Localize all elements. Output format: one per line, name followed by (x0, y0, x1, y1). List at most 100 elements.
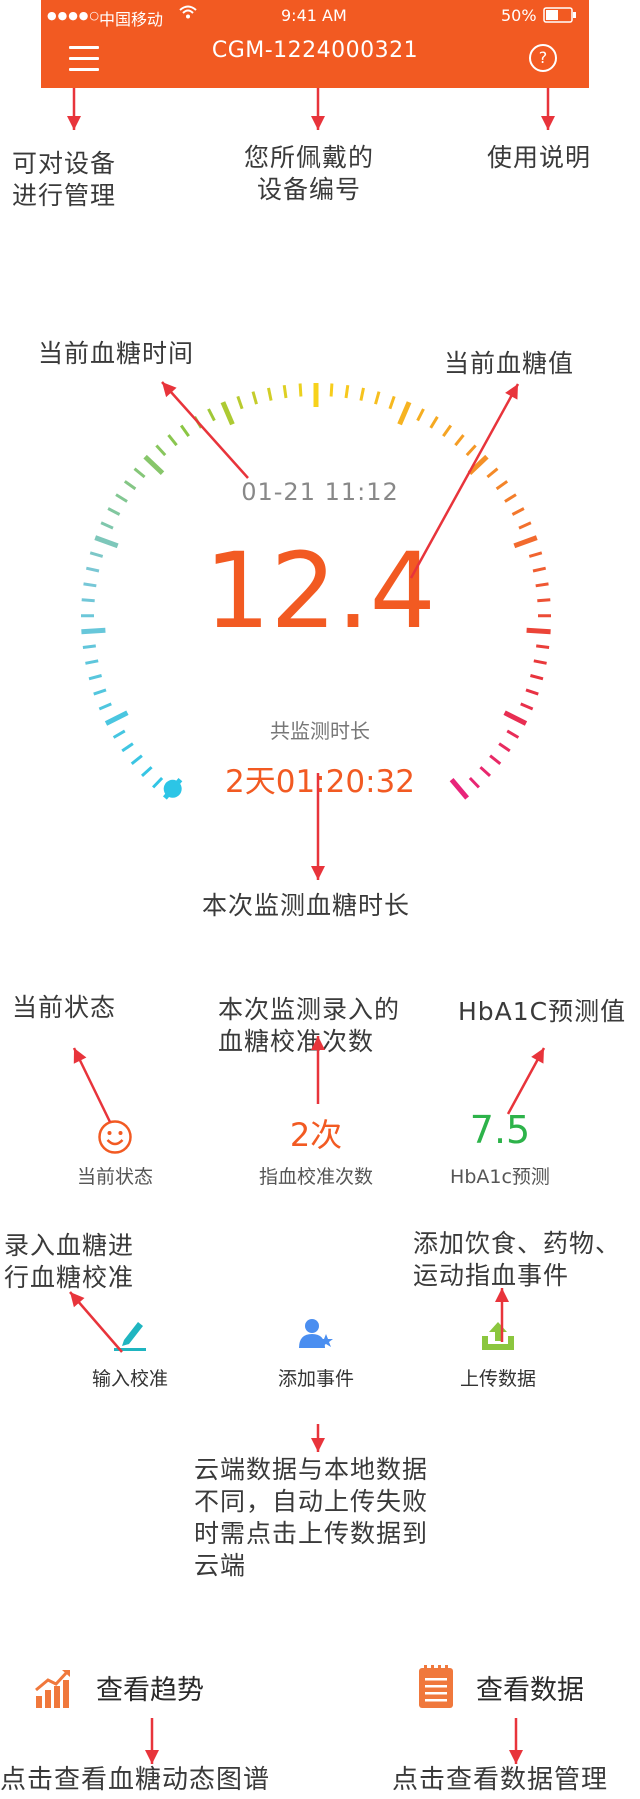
input-calibration-label: 输入校准 (91, 1368, 168, 1390)
glucose-value: 12.4 (204, 530, 436, 652)
gauge-tick (506, 729, 520, 739)
annotation-glucose-value: 当前血糖值 (444, 349, 575, 378)
annotation-input-calibration: 录入血糖进 行血糖校准 (4, 1231, 135, 1292)
gauge-tick (513, 535, 538, 549)
annotation-add-event: 添加饮食、药物、 运动指血事件 (413, 1229, 622, 1290)
gauge-tick (83, 582, 97, 588)
gauge-tick (130, 754, 143, 765)
annotation-calibration-count: 本次监测录入的 血糖校准次数 (218, 995, 401, 1056)
gauge-tick (143, 454, 165, 476)
gauge-tick (251, 391, 258, 405)
gauge-tick (486, 467, 499, 479)
gauge-tick (454, 434, 465, 447)
status-label: 当前状态 (76, 1166, 153, 1188)
input-calibration-button[interactable]: 输入校准 (80, 1316, 180, 1391)
gauge-tick (115, 493, 128, 503)
gauge-tick (525, 688, 539, 696)
trend-chart-icon (34, 1668, 74, 1714)
status-time: 9:41 AM (281, 6, 347, 25)
gauge-tick (503, 710, 528, 726)
gauge-tick (236, 395, 244, 410)
gauge-tick (442, 424, 453, 437)
smiley-face-icon (97, 1119, 133, 1159)
annotation-glucose-time: 当前血糖时间 (38, 339, 195, 368)
gauge-tick (344, 384, 350, 399)
view-trend-label: 查看趋势 (96, 1675, 204, 1706)
gauge-tick (397, 401, 412, 426)
annotation-arrowhead (311, 866, 325, 880)
annotation-arrowhead (311, 116, 325, 130)
gauge-tick (465, 444, 477, 457)
annotation-arrowhead (311, 1438, 325, 1452)
annotation-device-id: 您所佩戴的 设备编号 (244, 143, 375, 204)
gauge-tick (535, 582, 549, 588)
gauge-tick (520, 702, 534, 711)
gauge-tick (374, 391, 381, 405)
gauge-tick (140, 766, 153, 778)
gauge-tick (81, 598, 95, 603)
gauge-tick (537, 598, 551, 603)
annotation-arrow (506, 1047, 546, 1115)
gauge-tick (511, 507, 525, 516)
gauge-tick (533, 659, 547, 665)
gauge-tick (85, 659, 99, 665)
notepad-icon (416, 1664, 456, 1714)
add-event-button[interactable]: 添加事件 (266, 1316, 366, 1391)
view-data-button[interactable]: 查看数据 (410, 1664, 620, 1712)
device-id-title: CGM-1224000321 (211, 38, 419, 63)
gauge-tick (498, 742, 511, 753)
battery-percent: 50% (501, 6, 537, 25)
gauge-tick (518, 521, 532, 530)
annotation-arrowhead (67, 116, 81, 130)
help-icon[interactable]: ? (529, 44, 557, 72)
gauge-tick (526, 627, 551, 635)
gauge-tick (104, 710, 129, 726)
annotation-arrowhead (509, 1750, 523, 1764)
gauge-tick (298, 383, 303, 397)
gauge-tick (81, 627, 106, 635)
gauge-tick (152, 776, 164, 789)
app-header: ●●●●○ 中国移动 9:41 AM 50% CGM-1224000321 ? (41, 0, 589, 88)
calibration-count-value: 2次 (289, 1116, 343, 1154)
gauge-tick (167, 434, 178, 447)
pencil-icon (110, 1322, 150, 1356)
upload-data-button[interactable]: 上传数据 (448, 1316, 548, 1391)
annotation-hba1c: HbA1C预测值 (458, 997, 627, 1026)
hba1c-label: HbA1c预测 (450, 1166, 550, 1188)
gauge-tick (207, 408, 216, 422)
view-data-label: 查看数据 (476, 1675, 584, 1706)
calibration-count-label: 指血校准次数 (258, 1166, 373, 1188)
annotation-help: 使用说明 (487, 143, 592, 172)
battery-icon (543, 7, 577, 27)
gauge-tick (329, 383, 334, 397)
monitoring-duration: 2天01:20:32 (225, 764, 415, 800)
annotation-duration: 本次监测血糖时长 (202, 891, 411, 920)
duration-label: 共监测时长 (270, 719, 370, 743)
gauge-tick (388, 395, 396, 410)
wifi-icon (179, 4, 197, 24)
gauge-tick (100, 521, 114, 530)
annotation-arrowhead (70, 1292, 85, 1308)
gauge-tick (89, 551, 104, 558)
annotation-arrow (72, 1047, 112, 1123)
annotation-arrowhead (145, 1750, 159, 1764)
gauge-tick (468, 776, 480, 789)
annotation-arrowhead (531, 1048, 544, 1064)
gauge-tick (429, 416, 439, 429)
gauge-tick (536, 644, 550, 649)
annotation-upload: 云端数据与本地数据 不同，自动上传失败 时需点击上传数据到 云端 (194, 1455, 429, 1580)
gauge-tick (121, 742, 134, 753)
view-trend-button[interactable]: 查看趋势 (30, 1664, 230, 1712)
gauge-tick (267, 387, 273, 401)
gauge-tick (489, 754, 502, 765)
annotation-status: 当前状态 (12, 993, 117, 1022)
gauge-tick (528, 551, 543, 558)
gauge-tick (123, 480, 137, 491)
gauge-tick (530, 674, 544, 681)
user-star-icon (296, 1319, 336, 1356)
gauge-tick (179, 424, 190, 437)
gauge-tick (85, 566, 100, 573)
status-bar: ●●●●○ 中国移动 9:41 AM 50% (41, 0, 589, 30)
gauge-tick (193, 416, 203, 429)
gauge-tick (133, 467, 146, 479)
